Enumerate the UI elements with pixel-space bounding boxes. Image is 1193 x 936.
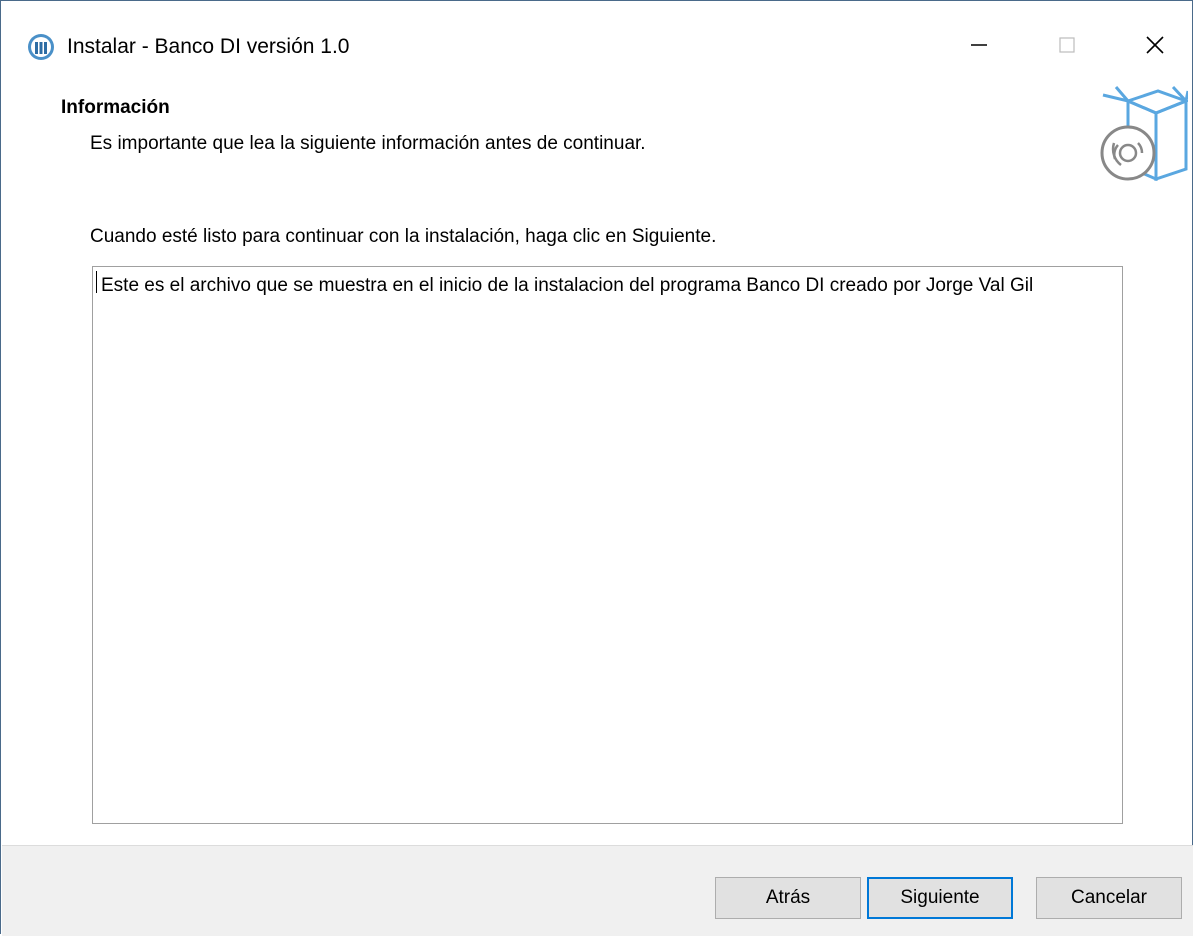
close-icon — [1146, 36, 1164, 54]
window-title: Instalar - Banco DI versión 1.0 — [67, 35, 350, 58]
bank-app-icon — [28, 34, 54, 60]
information-textbox[interactable]: Este es el archivo que se muestra en el … — [92, 266, 1123, 824]
back-button[interactable]: Atrás — [715, 877, 861, 919]
instruction-text: Cuando esté listo para continuar con la … — [90, 226, 717, 247]
minimize-button[interactable] — [949, 23, 1009, 67]
minimize-icon — [971, 44, 987, 46]
title-bar[interactable]: Instalar - Banco DI versión 1.0 — [1, 1, 1192, 89]
maximize-icon — [1059, 37, 1075, 53]
text-cursor — [96, 271, 97, 293]
cancel-button[interactable]: Cancelar — [1036, 877, 1182, 919]
setup-box-disc-icon — [1100, 85, 1188, 181]
installer-window: Instalar - Banco DI versión 1.0 Informac… — [0, 0, 1193, 936]
next-button[interactable]: Siguiente — [867, 877, 1013, 919]
maximize-button — [1037, 23, 1097, 67]
close-button[interactable] — [1125, 23, 1185, 67]
page-subtitle: Es importante que lea la siguiente infor… — [90, 133, 646, 154]
page-title: Información — [61, 97, 170, 118]
button-bar — [2, 845, 1193, 936]
